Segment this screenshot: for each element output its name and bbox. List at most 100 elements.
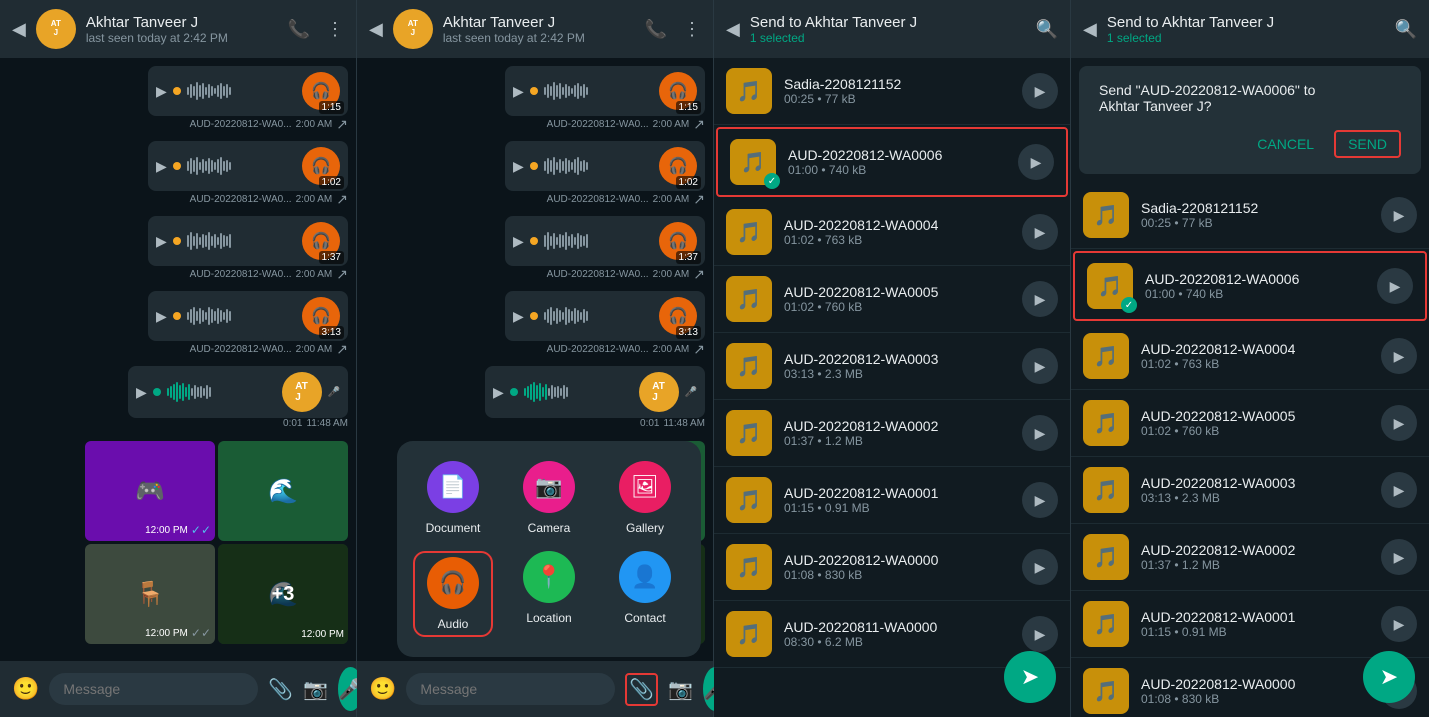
img-thumb-0[interactable]: 🎮 12:00 PM✓✓ xyxy=(85,441,215,541)
more-icon-2[interactable]: ⋮ xyxy=(683,19,701,40)
audio-name-3: AUD-20220812-WA0005 xyxy=(784,284,1010,300)
audio-msg-3: ▶ 🎧 3:13 AUD-20220812-WA0...2:00 AM↗ xyxy=(8,291,348,362)
search-icon-1[interactable]: 🔍 xyxy=(1036,19,1058,40)
audio-play-5[interactable]: ▶ xyxy=(1022,415,1058,451)
camera-icon-1[interactable]: 📷 xyxy=(303,677,328,702)
input-bar-1: 🙂 📎 📷 🎤 xyxy=(0,661,356,717)
camera-icon-2[interactable]: 📷 xyxy=(668,677,693,702)
sendto-back-1[interactable]: ◀ xyxy=(726,19,740,40)
audio-play2-2[interactable]: ▶ xyxy=(1381,338,1417,374)
live-avatar: ATJ xyxy=(282,372,322,412)
audio-meta-0: 00:25 • 77 kB xyxy=(784,92,1010,106)
input-bar-2: 🙂 📎 📷 🎤 xyxy=(357,661,713,717)
audio-meta-6: 01:15 • 0.91 MB xyxy=(784,501,1010,515)
img-thumb-1[interactable]: 🌊 xyxy=(218,441,348,541)
audio-msg-0: ▶ 🎧 1:15 AUD-20220812-WA0...2:00 AM↗ xyxy=(8,66,348,137)
play-icon-2[interactable]: ▶ xyxy=(156,233,167,250)
audio-bubble-0[interactable]: ▶ 🎧 1:15 xyxy=(148,66,348,116)
audio-list-item-4[interactable]: 🎵 AUD-20220812-WA0003 03:13 • 2.3 MB ▶ xyxy=(714,333,1070,400)
message-input-2[interactable] xyxy=(406,673,615,705)
audio-play2-5[interactable]: ▶ xyxy=(1381,539,1417,575)
img-thumb-2[interactable]: 🪑 12:00 PM✓✓ xyxy=(85,544,215,644)
audio-play-4[interactable]: ▶ xyxy=(1022,348,1058,384)
waveform-0 xyxy=(187,82,296,100)
call-icon-2[interactable]: 📞 xyxy=(645,19,667,40)
attach-item-audio[interactable]: 🎧 Audio xyxy=(413,551,493,637)
document-icon: 📄 xyxy=(427,461,479,513)
attachment-menu: 📄 Document 📷 Camera 🖼 Gallery 🎧 Audio 📍 … xyxy=(397,441,701,657)
audio-list-item-1[interactable]: 🎵 ✓ AUD-20220812-WA0006 01:00 • 740 kB ▶ xyxy=(716,127,1068,197)
audio-dot-2 xyxy=(173,237,181,245)
audio-list2-item-5[interactable]: 🎵 AUD-20220812-WA0002 01:37 • 1.2 MB ▶ xyxy=(1071,524,1429,591)
audio-play2-1[interactable]: ▶ xyxy=(1377,268,1413,304)
attach-item-document[interactable]: 📄 Document xyxy=(413,461,493,535)
cancel-button[interactable]: CANCEL xyxy=(1257,130,1314,158)
audio-list2-item-0[interactable]: 🎵 Sadia-2208121152 00:25 • 77 kB ▶ xyxy=(1071,182,1429,249)
audio-file-icon-1: 🎵 ✓ xyxy=(730,139,776,185)
back-icon-1[interactable]: ◀ xyxy=(12,19,26,40)
audio-list-item-6[interactable]: 🎵 AUD-20220812-WA0001 01:15 • 0.91 MB ▶ xyxy=(714,467,1070,534)
emoji-icon-1[interactable]: 🙂 xyxy=(12,676,39,702)
send-button[interactable]: SEND xyxy=(1334,130,1401,158)
panel-sendto-2: ◀ Send to Akhtar Tanveer J 1 selected 🔍 … xyxy=(1071,0,1429,717)
audio-play-2[interactable]: ▶ xyxy=(1022,214,1058,250)
share-icon-1[interactable]: ↗ xyxy=(336,191,348,208)
audio-meta-5: 01:37 • 1.2 MB xyxy=(784,434,1010,448)
audio-list-item-0[interactable]: 🎵 Sadia-2208121152 00:25 • 77 kB ▶ xyxy=(714,58,1070,125)
header-icons-2: 📞 ⋮ xyxy=(645,19,701,40)
audio-meta-1: 01:00 • 740 kB xyxy=(788,163,1006,177)
audio-play2-4[interactable]: ▶ xyxy=(1381,472,1417,508)
audio-list-item-3[interactable]: 🎵 AUD-20220812-WA0005 01:02 • 760 kB ▶ xyxy=(714,266,1070,333)
attach-item-gallery[interactable]: 🖼 Gallery xyxy=(605,461,685,535)
share-icon-0[interactable]: ↗ xyxy=(336,116,348,133)
audio-list2-item-2[interactable]: 🎵 AUD-20220812-WA0004 01:02 • 763 kB ▶ xyxy=(1071,323,1429,390)
play-icon-live[interactable]: ▶ xyxy=(136,384,147,401)
emoji-icon-2[interactable]: 🙂 xyxy=(369,676,396,702)
audio-list2-item-1[interactable]: 🎵 ✓ AUD-20220812-WA0006 01:00 • 740 kB ▶ xyxy=(1073,251,1427,321)
share-icon-2[interactable]: ↗ xyxy=(336,266,348,283)
send-fab-1[interactable]: ➤ xyxy=(1004,651,1056,703)
audio-list2-item-4[interactable]: 🎵 AUD-20220812-WA0003 03:13 • 2.3 MB ▶ xyxy=(1071,457,1429,524)
audio-list2-item-3[interactable]: 🎵 AUD-20220812-WA0005 01:02 • 760 kB ▶ xyxy=(1071,390,1429,457)
header-icons-1: 📞 ⋮ xyxy=(288,19,344,40)
attach-icon-1[interactable]: 📎 xyxy=(268,677,293,702)
audio-name-1: AUD-20220812-WA0006 xyxy=(788,147,1006,163)
call-icon-1[interactable]: 📞 xyxy=(288,19,310,40)
back-icon-2[interactable]: ◀ xyxy=(369,19,383,40)
attach-item-camera[interactable]: 📷 Camera xyxy=(509,461,589,535)
sendto-title-1: Send to Akhtar Tanveer J xyxy=(750,14,1026,31)
audio-play2-6[interactable]: ▶ xyxy=(1381,606,1417,642)
contact-status-1: last seen today at 2:42 PM xyxy=(86,31,278,45)
audio-list-item-2[interactable]: 🎵 AUD-20220812-WA0004 01:02 • 763 kB ▶ xyxy=(714,199,1070,266)
audio-circle-icon: 🎧 xyxy=(427,557,479,609)
audio-play-6[interactable]: ▶ xyxy=(1022,482,1058,518)
audio-play-8[interactable]: ▶ xyxy=(1022,616,1058,652)
audio-msg-2: ▶ 🎧 1:37 AUD-20220812-WA0...2:00 AM↗ xyxy=(8,216,348,287)
play-icon-3[interactable]: ▶ xyxy=(156,308,167,325)
play-icon-0[interactable]: ▶ xyxy=(156,83,167,100)
gallery-label: Gallery xyxy=(626,521,664,535)
audio-play-1[interactable]: ▶ xyxy=(1018,144,1054,180)
share-icon-3[interactable]: ↗ xyxy=(336,341,348,358)
audio-play-0[interactable]: ▶ xyxy=(1022,73,1058,109)
audio-play-7[interactable]: ▶ xyxy=(1022,549,1058,585)
sendto-back-2[interactable]: ◀ xyxy=(1083,19,1097,40)
audio-play2-0[interactable]: ▶ xyxy=(1381,197,1417,233)
search-icon-2[interactable]: 🔍 xyxy=(1395,19,1417,40)
send-fab-2[interactable]: ➤ xyxy=(1363,651,1415,703)
audio-list-item-5[interactable]: 🎵 AUD-20220812-WA0002 01:37 • 1.2 MB ▶ xyxy=(714,400,1070,467)
avatar-2: ATJ xyxy=(393,9,433,49)
messages-area-1: ▶ 🎧 1:15 AUD-20220812-WA0...2:00 AM↗ ▶ 🎧… xyxy=(0,58,356,661)
audio-play-3[interactable]: ▶ xyxy=(1022,281,1058,317)
message-input-1[interactable] xyxy=(49,673,258,705)
play-icon-p2-0[interactable]: ▶ xyxy=(513,83,524,100)
audio-play2-3[interactable]: ▶ xyxy=(1381,405,1417,441)
audio-list2-item-6[interactable]: 🎵 AUD-20220812-WA0001 01:15 • 0.91 MB ▶ xyxy=(1071,591,1429,658)
audio-list-item-7[interactable]: 🎵 AUD-20220812-WA0000 01:08 • 830 kB ▶ xyxy=(714,534,1070,601)
play-icon-1[interactable]: ▶ xyxy=(156,158,167,175)
attach-item-location[interactable]: 📍 Location xyxy=(509,551,589,637)
more-icon-1[interactable]: ⋮ xyxy=(326,19,344,40)
attach-icon-2-highlighted[interactable]: 📎 xyxy=(625,673,658,706)
img-thumb-3[interactable]: 🌊 +3 12:00 PM xyxy=(218,544,348,644)
attach-item-contact[interactable]: 👤 Contact xyxy=(605,551,685,637)
